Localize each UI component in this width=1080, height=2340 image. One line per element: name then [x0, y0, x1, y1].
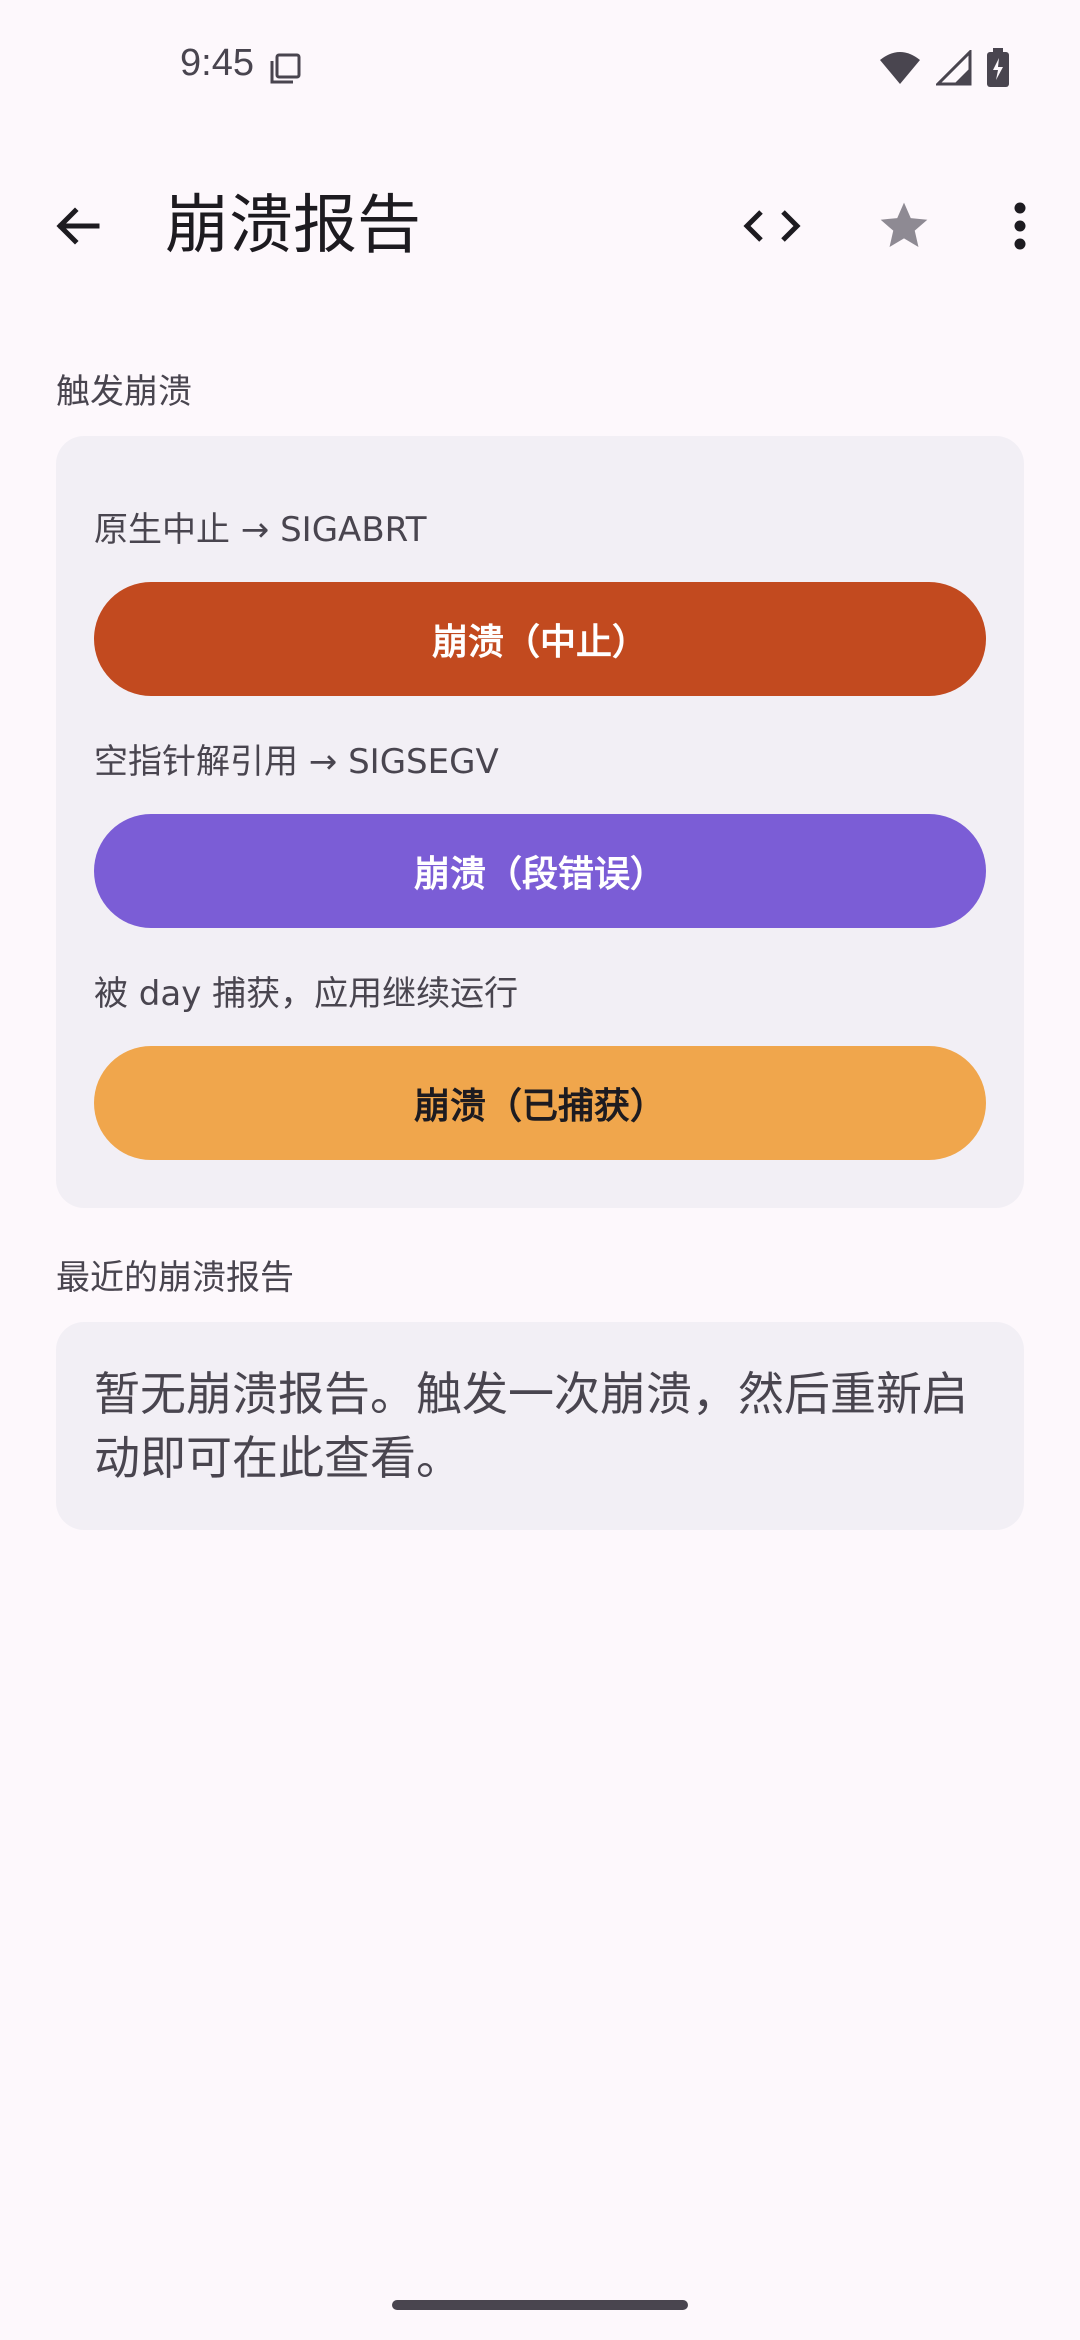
code-button[interactable] [734, 190, 810, 266]
crash-segv-button[interactable]: 崩溃（段错误） [94, 814, 986, 928]
top-app-bar: 崩溃报告 [0, 160, 1080, 290]
trigger-section-label: 触发崩溃 [56, 372, 192, 412]
battery-charging-icon [986, 48, 1010, 92]
cell-signal-icon [934, 48, 972, 90]
code-icon [743, 206, 801, 250]
more-vert-icon [1012, 202, 1028, 254]
star-icon [876, 198, 932, 258]
back-button[interactable] [40, 190, 116, 266]
segv-description: 空指针解引用 → SIGSEGV [94, 742, 499, 782]
page-title: 崩溃报告 [165, 189, 421, 263]
trigger-crash-card: 原生中止 → SIGABRT 崩溃（中止） 空指针解引用 → SIGSEGV 崩… [56, 436, 1024, 1208]
status-time: 9:45 [180, 42, 254, 84]
status-bar: 9:45 [0, 0, 1080, 140]
reports-section-label: 最近的崩溃报告 [56, 1258, 294, 1298]
crash-abort-button[interactable]: 崩溃（中止） [94, 582, 986, 696]
screen-record-icon [268, 52, 302, 86]
more-options-button[interactable] [982, 190, 1058, 266]
caught-description: 被 day 捕获，应用继续运行 [94, 974, 519, 1014]
arrow-back-icon [53, 201, 103, 255]
wifi-icon [878, 50, 922, 90]
recent-reports-card: 暂无崩溃报告。触发一次崩溃，然后重新启动即可在此查看。 [56, 1322, 1024, 1530]
status-icons [878, 48, 1010, 92]
empty-reports-text: 暂无崩溃报告。触发一次崩溃，然后重新启动即可在此查看。 [94, 1367, 968, 1485]
favorite-button[interactable] [866, 190, 942, 266]
crash-caught-button[interactable]: 崩溃（已捕获） [94, 1046, 986, 1160]
abort-description: 原生中止 → SIGABRT [94, 510, 427, 550]
home-indicator[interactable] [392, 2300, 688, 2310]
